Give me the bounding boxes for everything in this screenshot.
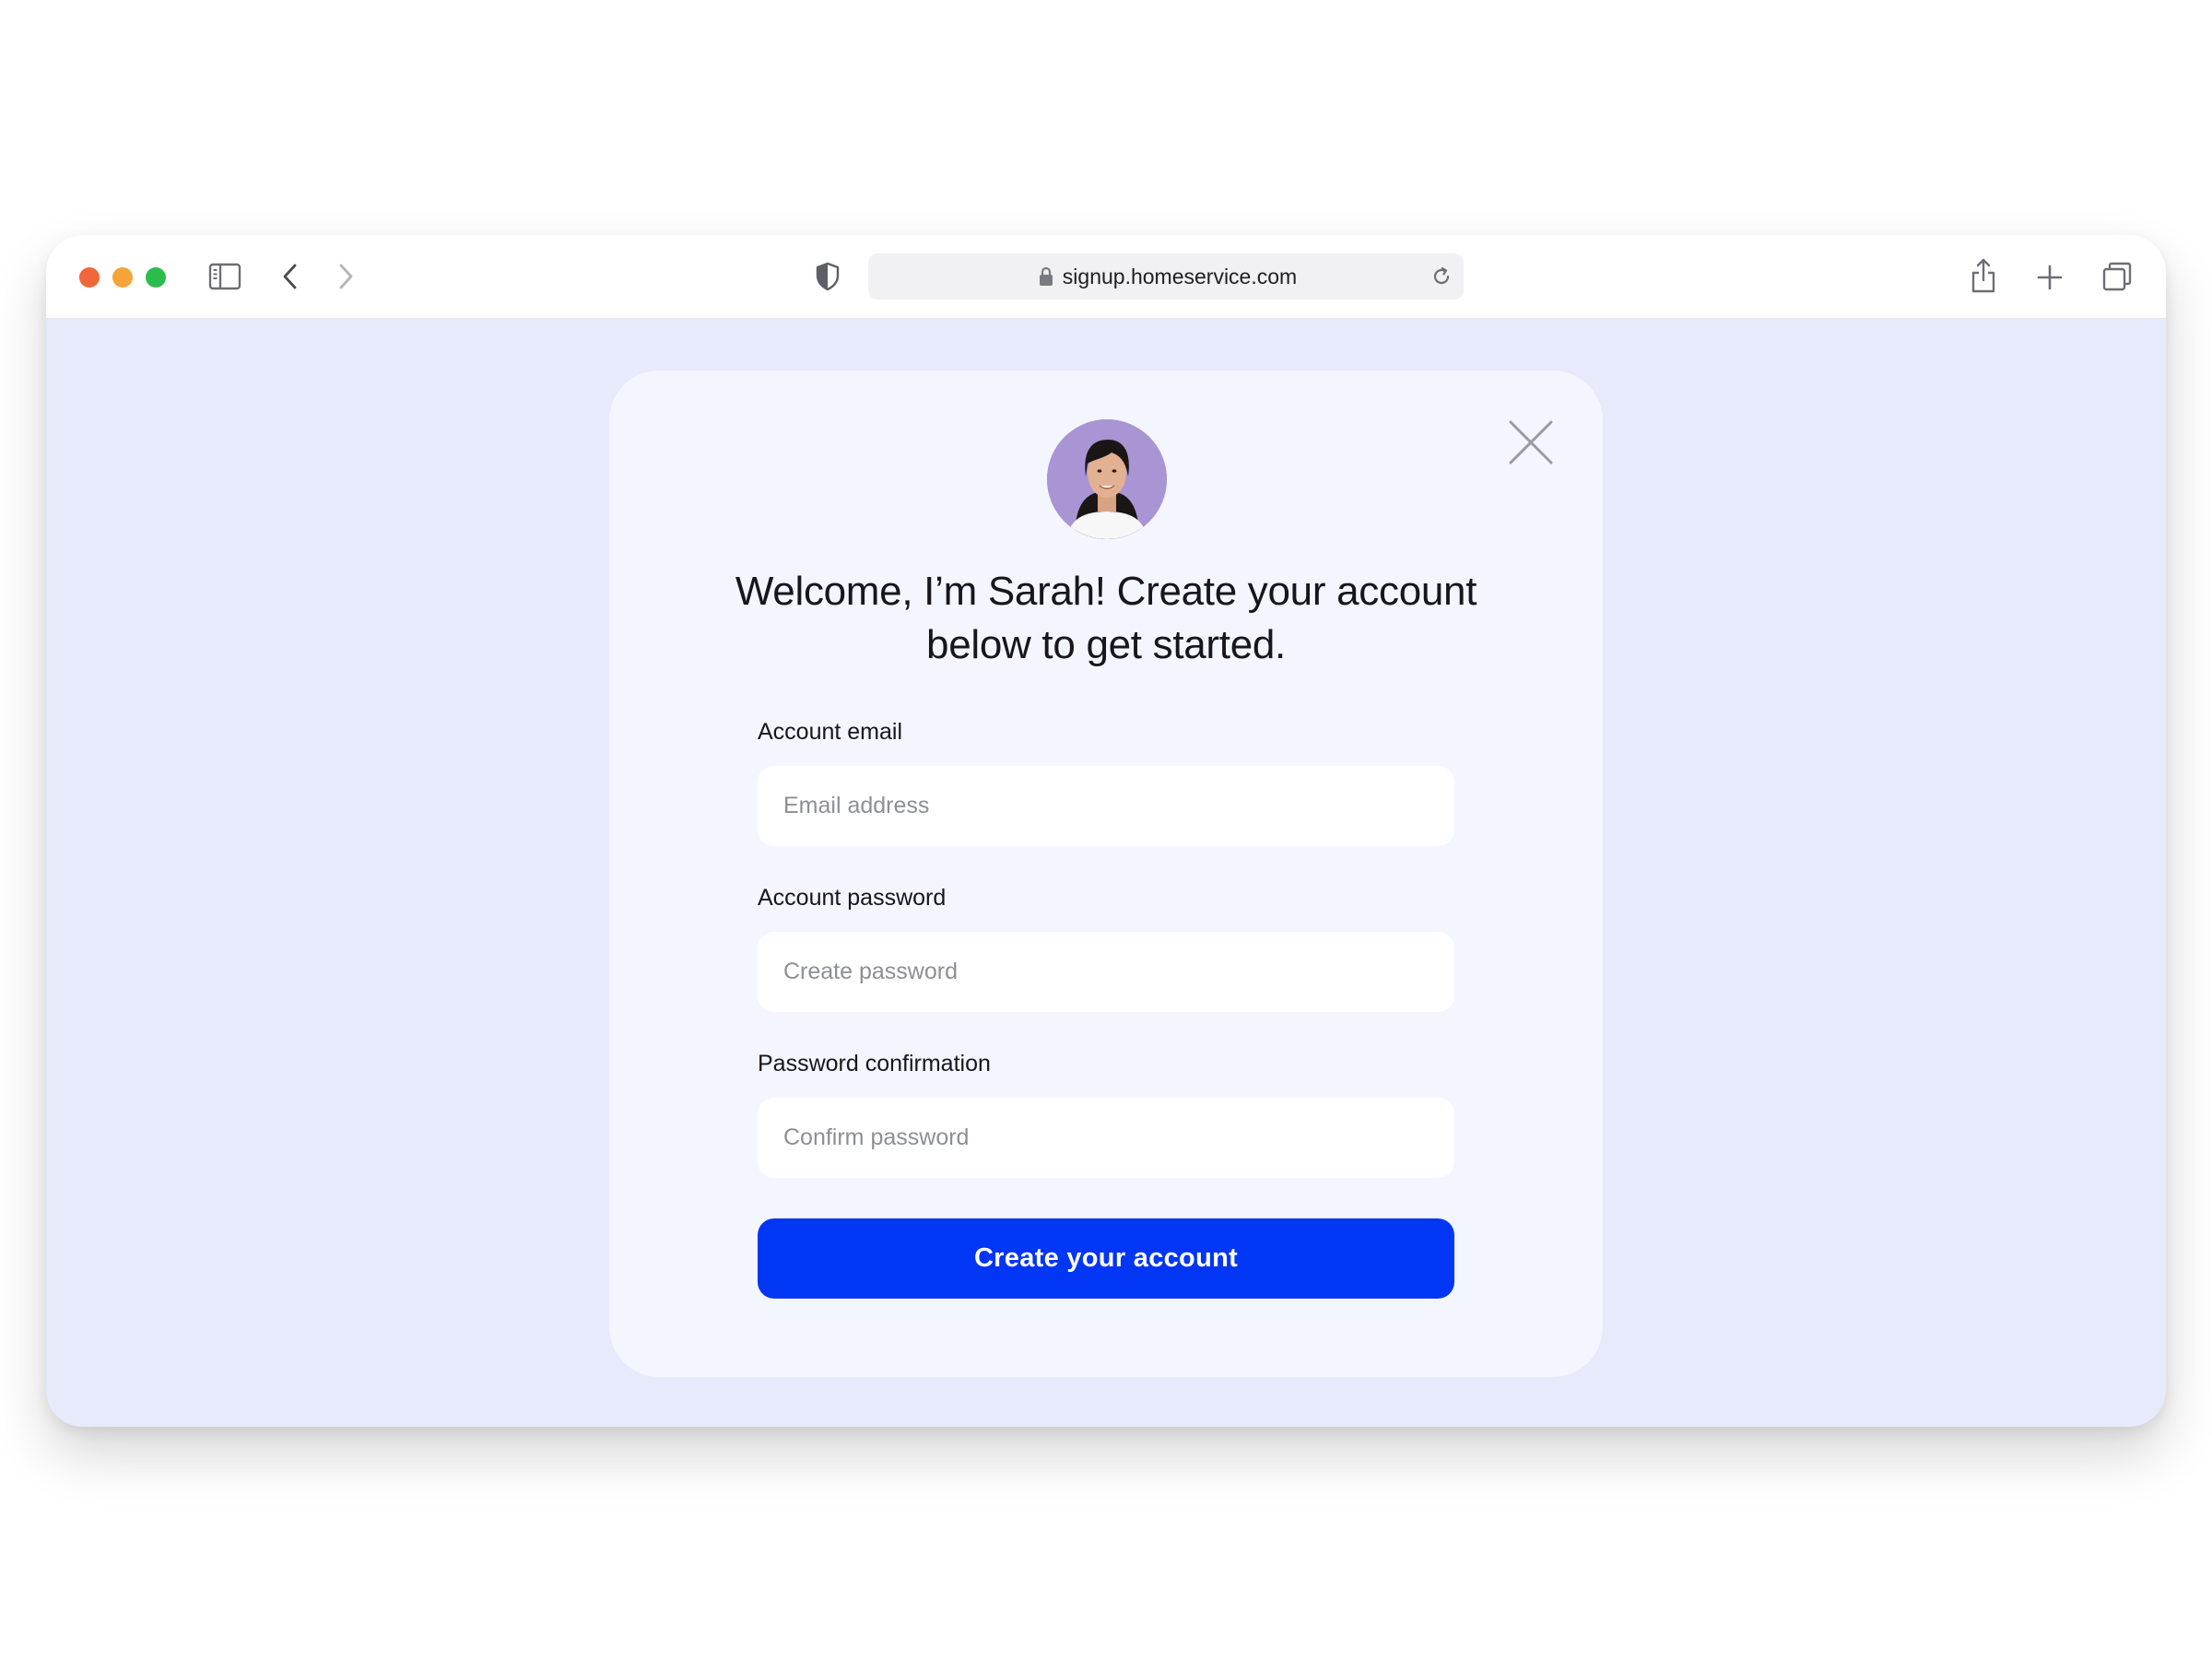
- new-tab-icon[interactable]: [2035, 263, 2065, 292]
- minimize-window-button[interactable]: [112, 267, 133, 288]
- email-input[interactable]: [758, 766, 1454, 846]
- close-window-button[interactable]: [79, 267, 100, 288]
- welcome-heading: Welcome, I’m Sarah! Create your account …: [735, 569, 1477, 667]
- sidebar-icon[interactable]: [208, 262, 241, 291]
- address-bar[interactable]: signup.homeservice.com: [868, 253, 1464, 300]
- email-label: Account email: [758, 719, 903, 745]
- password-confirmation-label: Password confirmation: [758, 1051, 991, 1077]
- tabs-overview-icon[interactable]: [2101, 261, 2133, 292]
- browser-toolbar: signup.homeservice.com: [46, 235, 2166, 319]
- zoom-window-button[interactable]: [146, 267, 166, 288]
- reload-icon[interactable]: [1430, 265, 1453, 292]
- avatar: [1047, 419, 1167, 539]
- password-label: Account password: [758, 885, 947, 911]
- back-icon[interactable]: [279, 261, 301, 292]
- shield-icon[interactable]: [813, 261, 842, 292]
- password-confirmation-input[interactable]: [758, 1098, 1454, 1178]
- close-icon[interactable]: [1507, 418, 1555, 466]
- forward-icon[interactable]: [335, 261, 357, 292]
- share-icon[interactable]: [1969, 256, 1998, 295]
- person-avatar-icon: [1047, 419, 1167, 539]
- url-text: signup.homeservice.com: [1062, 264, 1298, 288]
- lock-icon: [1039, 266, 1053, 287]
- password-input[interactable]: [758, 932, 1454, 1012]
- browser-window: signup.homeservice.com Welcome, I’m Sara…: [46, 235, 2166, 1427]
- signup-modal: Welcome, I’m Sarah! Create your account …: [609, 371, 1603, 1377]
- create-account-button[interactable]: Create your account: [758, 1218, 1454, 1299]
